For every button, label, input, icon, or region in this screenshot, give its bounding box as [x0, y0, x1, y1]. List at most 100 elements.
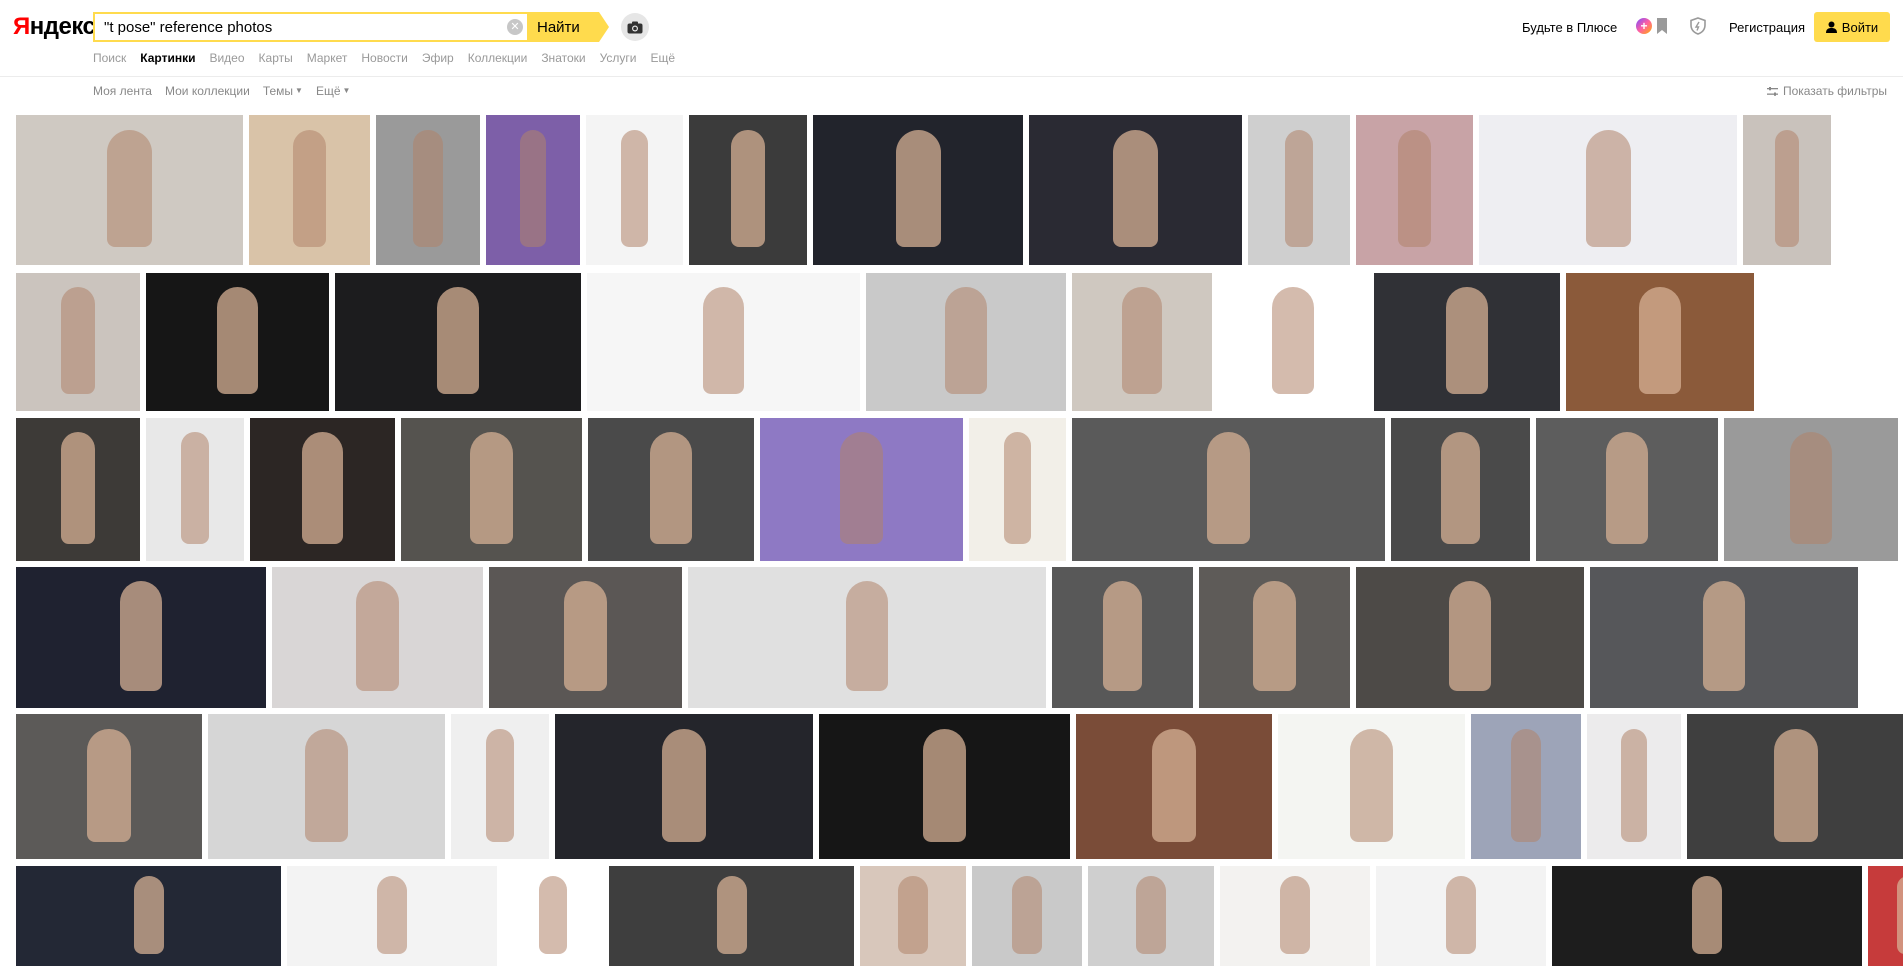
image-result[interactable]	[1374, 273, 1560, 411]
image-thumbnail	[702, 286, 745, 395]
image-result[interactable]	[1868, 866, 1903, 966]
image-result[interactable]	[249, 115, 370, 265]
image-result[interactable]	[489, 567, 682, 708]
image-thumbnail	[840, 432, 883, 544]
image-result[interactable]	[16, 567, 266, 708]
themes-label: Темы	[262, 84, 294, 98]
image-result[interactable]	[16, 273, 140, 411]
image-result[interactable]	[16, 418, 140, 561]
image-result[interactable]	[1218, 273, 1368, 411]
image-result[interactable]	[1029, 115, 1242, 265]
find-button[interactable]: Найти	[529, 12, 599, 42]
image-result[interactable]	[860, 866, 966, 966]
nav-item-2[interactable]: Картинки	[140, 51, 195, 65]
image-result[interactable]	[866, 273, 1066, 411]
image-result[interactable]	[208, 714, 445, 859]
image-result[interactable]	[1248, 115, 1350, 265]
image-result[interactable]	[146, 418, 244, 561]
image-result[interactable]	[1072, 418, 1385, 561]
image-result[interactable]	[813, 115, 1023, 265]
image-result[interactable]	[1590, 567, 1858, 708]
image-result[interactable]	[1199, 567, 1350, 708]
nav-item-3[interactable]: Видео	[209, 51, 244, 65]
image-result[interactable]	[689, 115, 807, 265]
image-result[interactable]	[486, 115, 580, 265]
image-result[interactable]	[1471, 714, 1581, 859]
nav-item-4[interactable]: Карты	[259, 51, 293, 65]
image-result[interactable]	[451, 714, 549, 859]
image-result[interactable]	[1052, 567, 1193, 708]
find-arrow-icon	[599, 12, 609, 42]
bookmark-icon[interactable]	[1655, 17, 1669, 35]
my-collections-link[interactable]: Мои коллекции	[165, 84, 250, 98]
image-result[interactable]	[588, 418, 754, 561]
image-result[interactable]	[16, 866, 281, 966]
image-result[interactable]	[1076, 714, 1272, 859]
nav-item-8[interactable]: Коллекции	[468, 51, 528, 65]
plus-promo-link[interactable]: Будьте в Плюсе	[1522, 20, 1617, 35]
image-result[interactable]	[587, 273, 860, 411]
image-thumbnail	[1702, 581, 1746, 692]
plus-icon[interactable]: +	[1636, 18, 1652, 34]
image-result[interactable]	[1072, 273, 1212, 411]
image-result[interactable]	[1536, 418, 1718, 561]
clear-icon[interactable]: ✕	[507, 19, 523, 35]
image-result[interactable]	[287, 866, 497, 966]
image-result[interactable]	[586, 115, 683, 265]
image-result[interactable]	[272, 567, 483, 708]
image-result[interactable]	[1566, 273, 1754, 411]
image-thumbnail	[107, 130, 152, 247]
image-result[interactable]	[1687, 714, 1903, 859]
image-result[interactable]	[819, 714, 1070, 859]
image-result[interactable]	[1743, 115, 1831, 265]
image-result[interactable]	[1479, 115, 1737, 265]
login-label: Войти	[1841, 19, 1879, 35]
login-button[interactable]: Войти	[1814, 12, 1890, 42]
image-result[interactable]	[1220, 866, 1370, 966]
image-result[interactable]	[1391, 418, 1530, 561]
image-result[interactable]	[250, 418, 395, 561]
image-result[interactable]	[1278, 714, 1465, 859]
image-result[interactable]	[503, 866, 603, 966]
image-result[interactable]	[16, 714, 202, 859]
image-result[interactable]	[376, 115, 480, 265]
nav-item-7[interactable]: Эфир	[422, 51, 454, 65]
nav-item-6[interactable]: Новости	[361, 51, 407, 65]
image-result[interactable]	[1376, 866, 1546, 966]
nav-item-5[interactable]: Маркет	[307, 51, 348, 65]
my-feed-link[interactable]: Моя лента	[93, 84, 152, 98]
image-result[interactable]	[1724, 418, 1898, 561]
search-input[interactable]	[95, 14, 504, 40]
image-result[interactable]	[401, 418, 582, 561]
image-result[interactable]	[1587, 714, 1681, 859]
image-result[interactable]	[1356, 567, 1584, 708]
image-result[interactable]	[146, 273, 329, 411]
image-result[interactable]	[969, 418, 1066, 561]
show-filters-button[interactable]: Показать фильтры	[1766, 84, 1887, 98]
themes-dropdown[interactable]: Темы ▼	[263, 84, 303, 98]
image-result[interactable]	[1356, 115, 1473, 265]
image-result[interactable]	[16, 115, 243, 265]
image-thumbnail	[437, 286, 479, 395]
more-dropdown[interactable]: Ещё ▼	[316, 84, 350, 98]
image-thumbnail	[356, 581, 399, 692]
nav-item-1[interactable]: Поиск	[93, 51, 126, 65]
image-result[interactable]	[688, 567, 1046, 708]
image-thumbnail	[1774, 728, 1818, 842]
nav-item-9[interactable]: Знатоки	[541, 51, 585, 65]
nav-item-11[interactable]: Ещё	[651, 51, 676, 65]
image-result[interactable]	[1088, 866, 1214, 966]
image-result[interactable]	[972, 866, 1082, 966]
image-thumbnail	[87, 728, 131, 842]
yandex-logo[interactable]: Яндекс	[13, 13, 96, 41]
nav-item-10[interactable]: Услуги	[600, 51, 637, 65]
shield-icon[interactable]	[1690, 17, 1706, 35]
register-link[interactable]: Регистрация	[1729, 20, 1805, 35]
image-result[interactable]	[1552, 866, 1862, 966]
chevron-down-icon: ▼	[295, 86, 303, 95]
image-result[interactable]	[335, 273, 581, 411]
image-result[interactable]	[760, 418, 963, 561]
camera-search-button[interactable]	[621, 13, 649, 41]
image-result[interactable]	[609, 866, 854, 966]
image-result[interactable]	[555, 714, 813, 859]
